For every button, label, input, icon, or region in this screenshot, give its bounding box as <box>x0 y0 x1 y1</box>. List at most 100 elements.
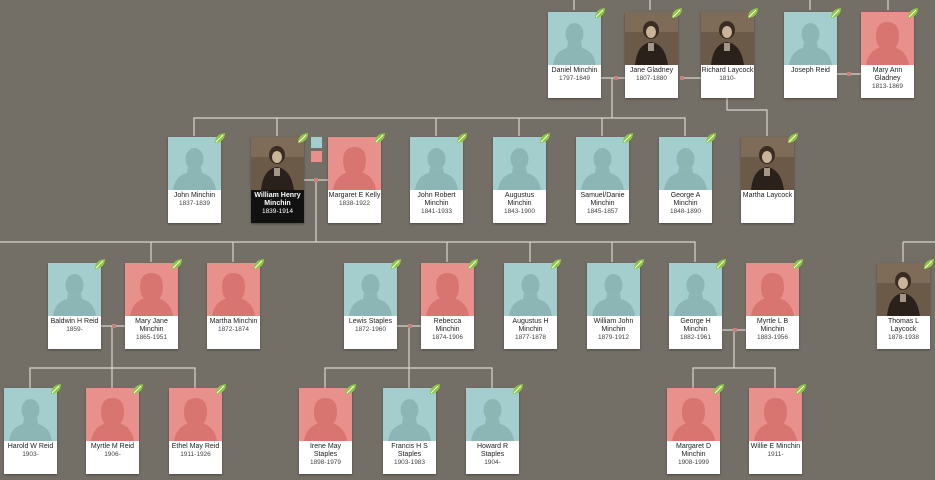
person-card-john-robert-minchin[interactable]: John Robert Minchin 1841-1933 <box>410 133 467 223</box>
hint-leaf-icon[interactable] <box>429 383 441 395</box>
person-dates: 1839-1914 <box>261 208 294 215</box>
person-card-myrtle-m-reid[interactable]: Myrtle M Reid 1906- <box>86 384 143 474</box>
person-name: John Robert Minchin <box>417 192 456 207</box>
male-silhouette-icon <box>587 263 640 316</box>
hint-leaf-icon[interactable] <box>594 7 606 19</box>
person-info: Harold W Reid 1903- <box>4 442 57 474</box>
person-dates: 1838-1922 <box>338 200 371 207</box>
person-dates: 1906- <box>104 451 121 458</box>
person-card-daniel-minchin[interactable]: Daniel Minchin 1797-1849 <box>548 8 605 98</box>
person-card-margaret-e-kelly[interactable]: Margaret E Kelly 1838-1922 <box>328 133 385 223</box>
person-name: William John Minchin <box>593 318 634 333</box>
couple-marker <box>408 324 412 328</box>
person-info: Martha Laycock <box>741 191 794 223</box>
person-card-george-a-minchin[interactable]: George A Minchin 1848-1890 <box>659 133 716 223</box>
person-name: Myrtle M Reid <box>90 443 135 450</box>
hint-leaf-icon[interactable] <box>830 7 842 19</box>
hint-leaf-icon[interactable] <box>171 258 183 270</box>
person-info: Francis H S Staples 1903-1983 <box>383 442 436 474</box>
person-card-lewis-staples[interactable]: Lewis Staples 1872-1960 <box>344 259 401 349</box>
person-card-martha-minchin[interactable]: Martha Minchin 1872-1874 <box>207 259 264 349</box>
person-card-mary-ann-gladney[interactable]: Mary Ann Gladney 1813-1869 <box>861 8 918 98</box>
person-card-ethel-may-reid[interactable]: Ethel May Reid 1911-1926 <box>169 384 226 474</box>
person-info: Jane Gladney 1807-1880 <box>625 66 678 98</box>
hint-leaf-icon[interactable] <box>671 7 683 19</box>
hint-leaf-icon[interactable] <box>792 258 804 270</box>
connector <box>734 367 776 388</box>
person-info: Myrtle M Reid 1906- <box>86 442 139 474</box>
person-info: William John Minchin 1879-1912 <box>587 317 640 349</box>
person-name: George H Minchin <box>680 318 711 333</box>
hint-leaf-icon[interactable] <box>713 383 725 395</box>
male-silhouette-icon <box>4 388 57 441</box>
hint-leaf-icon[interactable] <box>214 132 226 144</box>
person-dates: 1872-1960 <box>354 326 387 333</box>
person-name: Willie E Minchin <box>750 443 801 450</box>
person-name: John Minchin <box>173 192 216 199</box>
hint-leaf-icon[interactable] <box>374 132 386 144</box>
person-dates: 1874-1906 <box>431 334 464 341</box>
hint-leaf-icon[interactable] <box>132 383 144 395</box>
family-tree-canvas[interactable]: Daniel Minchin 1797-1849 Jane Gladney 1807… <box>0 0 935 480</box>
person-card-william-john-minchin[interactable]: William John Minchin 1879-1912 <box>587 259 644 349</box>
hint-leaf-icon[interactable] <box>795 383 807 395</box>
hint-leaf-icon[interactable] <box>550 258 562 270</box>
hint-leaf-icon[interactable] <box>345 383 357 395</box>
person-card-richard-laycock[interactable]: Richard Laycock 1810- <box>701 8 758 98</box>
hint-leaf-icon[interactable] <box>923 258 935 270</box>
person-name: Richard Laycock <box>701 67 754 74</box>
person-card-jane-gladney[interactable]: Jane Gladney 1807-1880 <box>625 8 682 98</box>
hint-leaf-icon[interactable] <box>297 132 309 144</box>
female-silhouette-icon <box>667 388 720 441</box>
hint-leaf-icon[interactable] <box>253 258 265 270</box>
person-card-thomas-l-laycock[interactable]: Thomas L Laycock 1878-1938 <box>877 259 934 349</box>
person-card-irene-may-staples[interactable]: Irene May Staples 1898-1979 <box>299 384 356 474</box>
person-card-harold-w-reid[interactable]: Harold W Reid 1903- <box>4 384 61 474</box>
person-card-samuel-danie-minchin[interactable]: Samuel/Danie Minchin 1845-1857 <box>576 133 633 223</box>
hint-leaf-icon[interactable] <box>94 258 106 270</box>
person-card-john-minchin[interactable]: John Minchin 1837-1839 <box>168 133 225 223</box>
person-card-mary-jane-minchin[interactable]: Mary Jane Minchin 1865-1951 <box>125 259 182 349</box>
person-info: Ethel May Reid 1911-1926 <box>169 442 222 474</box>
hint-leaf-icon[interactable] <box>622 132 634 144</box>
hint-leaf-icon[interactable] <box>633 258 645 270</box>
person-card-rebecca-minchin[interactable]: Rebecca Minchin 1874-1906 <box>421 259 478 349</box>
person-name: Joseph Reid <box>791 67 830 74</box>
spouse-toggle-female-icon[interactable] <box>311 151 322 162</box>
person-info: Mary Jane Minchin 1865-1951 <box>125 317 178 349</box>
person-card-joseph-reid[interactable]: Joseph Reid <box>784 8 841 98</box>
person-card-george-h-minchin[interactable]: George H Minchin 1882-1961 <box>669 259 726 349</box>
hint-leaf-icon[interactable] <box>512 383 524 395</box>
hint-leaf-icon[interactable] <box>215 383 227 395</box>
person-card-margaret-d-minchin[interactable]: Margaret D Minchin 1908-1999 <box>667 384 724 474</box>
person-name: Ethel May Reid <box>171 443 220 450</box>
person-card-martha-laycock[interactable]: Martha Laycock <box>741 133 798 223</box>
person-card-augustus-minchin[interactable]: Augustus Minchin 1843-1900 <box>493 133 550 223</box>
person-photo <box>877 263 930 316</box>
hint-leaf-icon[interactable] <box>715 258 727 270</box>
hint-leaf-icon[interactable] <box>390 258 402 270</box>
male-silhouette-icon <box>466 388 519 441</box>
hint-leaf-icon[interactable] <box>705 132 717 144</box>
person-info: Samuel/Danie Minchin 1845-1857 <box>576 191 629 223</box>
connector <box>409 367 493 388</box>
person-card-baldwin-h-reid[interactable]: Baldwin H Reid 1859- <box>48 259 105 349</box>
person-card-francis-h-s-staples[interactable]: Francis H S Staples 1903-1983 <box>383 384 440 474</box>
person-dates: 1877-1878 <box>514 334 547 341</box>
hint-leaf-icon[interactable] <box>539 132 551 144</box>
hint-leaf-icon[interactable] <box>50 383 62 395</box>
male-silhouette-icon <box>410 137 463 190</box>
hint-leaf-icon[interactable] <box>456 132 468 144</box>
person-card-willie-e-minchin[interactable]: Willie E Minchin 1911- <box>749 384 806 474</box>
hint-leaf-icon[interactable] <box>787 132 799 144</box>
person-card-william-henry-minchin[interactable]: William Henry Minchin 1839-1914 <box>251 133 308 223</box>
person-card-howard-r-staples[interactable]: Howard R Staples 1904- <box>466 384 523 474</box>
hint-leaf-icon[interactable] <box>467 258 479 270</box>
spouse-toggle-male-icon[interactable] <box>311 137 322 148</box>
person-info: John Minchin 1837-1839 <box>168 191 221 223</box>
hint-leaf-icon[interactable] <box>907 7 919 19</box>
person-dates: 1797-1849 <box>558 75 591 82</box>
person-card-augustus-h-minchin[interactable]: Augustus H Minchin 1877-1878 <box>504 259 561 349</box>
person-card-myrtle-l-b-minchin[interactable]: Myrtle L B Minchin 1883-1956 <box>746 259 803 349</box>
hint-leaf-icon[interactable] <box>747 7 759 19</box>
